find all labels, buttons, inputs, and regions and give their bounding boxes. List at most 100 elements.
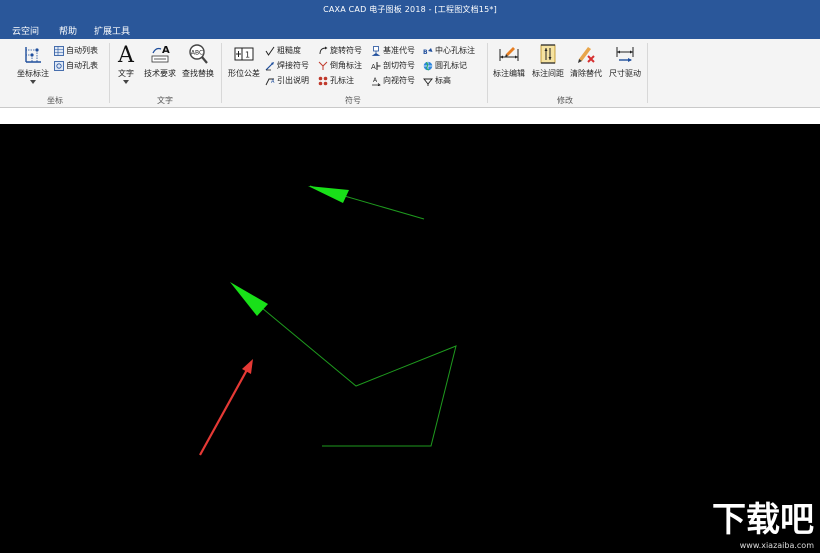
datum-icon	[371, 45, 381, 56]
svg-text:B: B	[423, 49, 428, 56]
arrowhead-upper[interactable]	[308, 186, 349, 203]
menu-extensions[interactable]: 扩展工具	[94, 24, 130, 37]
chevron-down-icon[interactable]	[30, 80, 36, 84]
hole-mark-label: 孔标注	[330, 76, 354, 85]
chamfer-icon	[318, 61, 328, 70]
weld-button[interactable]: 焊接符号	[265, 59, 309, 72]
hole-mark-button[interactable]: 孔标注	[318, 74, 354, 87]
center-hole-icon: B	[423, 47, 433, 56]
datum-label: 基准代号	[383, 46, 415, 55]
datum-button[interactable]: 基准代号	[371, 44, 415, 57]
weld-label: 焊接符号	[277, 61, 309, 70]
red-pointer-arrowhead	[242, 359, 253, 374]
watermark-url: www.xiazaiba.com	[740, 541, 814, 550]
rotate-symbol-label: 旋转符号	[330, 46, 362, 55]
center-hole-label: 中心孔标注	[435, 46, 475, 55]
clear-replace-label: 清除替代	[570, 69, 602, 78]
elevation-button[interactable]: 标高	[423, 74, 451, 87]
tech-requirement-label: 技术要求	[144, 69, 176, 78]
roughness-icon	[265, 46, 275, 56]
watermark-text: 下载吧	[712, 500, 814, 540]
watermark: 下载吧 www.xiazaiba.com	[686, 491, 816, 551]
section-icon: A	[371, 61, 381, 71]
tech-requirement-icon: A	[151, 45, 170, 63]
clear-replace-icon	[578, 47, 595, 63]
leader-button[interactable]: A 引出说明	[265, 74, 309, 87]
tolerance-icon: 1	[234, 47, 254, 61]
hole-table-icon	[54, 60, 64, 71]
text-label: 文字	[118, 69, 134, 78]
symbol-group-label: 符号	[345, 96, 361, 105]
text-button[interactable]: A 文字	[114, 43, 138, 91]
drawing-svg	[199, 185, 457, 456]
view-symbol-button[interactable]: A 向视符号	[371, 74, 415, 87]
text-a-icon: A	[117, 43, 135, 65]
chamfer-label: 倒角标注	[330, 61, 362, 70]
window-title: CAXA CAD 电子图板 2018 - [工程图文档15*]	[323, 5, 497, 14]
leader-label: 引出说明	[277, 76, 309, 85]
dim-edit-label: 标注编辑	[493, 69, 525, 78]
drawing-canvas[interactable]	[0, 124, 820, 553]
rotate-icon	[319, 46, 328, 54]
leader-icon: A	[265, 78, 275, 85]
dim-spacing-label: 标注间距	[532, 69, 564, 78]
dim-edit-button[interactable]: 标注编辑	[490, 43, 528, 91]
svg-text:ABC: ABC	[191, 50, 203, 57]
tolerance-button[interactable]: 1 形位公差	[224, 43, 264, 91]
magnifier-icon: ABC	[189, 44, 208, 64]
auto-list-button[interactable]: 自动列表	[54, 44, 98, 57]
dim-drive-label: 尺寸驱动	[609, 69, 641, 78]
coord-mark-label: 坐标标注	[17, 69, 49, 78]
weld-icon	[265, 61, 274, 70]
auto-hole-label: 自动孔表	[66, 61, 98, 70]
section-label: 剖切符号	[383, 61, 415, 70]
group-divider	[221, 43, 222, 103]
rotate-symbol-button[interactable]: 旋转符号	[318, 44, 362, 57]
hole-pattern-icon	[318, 76, 328, 85]
svg-text:A: A	[162, 45, 170, 56]
circle-hole-label: 圆孔标记	[435, 61, 467, 70]
svg-text:1: 1	[245, 51, 250, 60]
center-hole-button[interactable]: B 中心孔标注	[423, 44, 475, 57]
menu-cloud-space[interactable]: 云空间	[12, 24, 39, 37]
elevation-label: 标高	[435, 76, 451, 85]
leader-polyline-lower[interactable]	[261, 307, 457, 447]
group-divider	[487, 43, 488, 103]
circle-hole-button[interactable]: 圆孔标记	[423, 59, 467, 72]
menu-help[interactable]: 帮助	[59, 24, 77, 37]
roughness-label: 粗糙度	[277, 46, 301, 55]
find-replace-label: 查找替换	[182, 69, 214, 78]
menu-bar: 云空间 帮助 扩展工具	[0, 20, 820, 39]
dim-spacing-button[interactable]: 标注间距	[530, 43, 566, 91]
tolerance-label: 形位公差	[228, 69, 260, 78]
view-arrow-icon: A	[372, 77, 381, 86]
dim-drive-button[interactable]: 尺寸驱动	[606, 43, 644, 91]
svg-text:A: A	[271, 79, 275, 85]
arrowhead-lower[interactable]	[230, 282, 268, 316]
watermark-logo: 下载吧 www.xiazaiba.com	[712, 500, 814, 550]
auto-list-label: 自动列表	[66, 46, 98, 55]
auto-hole-button[interactable]: 自动孔表	[54, 59, 98, 72]
title-bar: CAXA CAD 电子图板 2018 - [工程图文档15*]	[0, 0, 820, 20]
coord-mark-button[interactable]: 坐标标注	[14, 43, 52, 91]
tech-requirement-button[interactable]: A 技术要求	[141, 43, 179, 91]
coord-group-label: 坐标	[47, 96, 63, 105]
dim-spacing-icon	[540, 44, 556, 64]
elevation-icon	[423, 78, 433, 86]
clear-replace-button[interactable]: 清除替代	[568, 43, 604, 91]
modify-group-label: 修改	[557, 96, 573, 105]
find-replace-button[interactable]: ABC 查找替换	[180, 43, 216, 91]
table-icon	[54, 45, 64, 56]
chevron-down-icon[interactable]	[123, 80, 129, 84]
ribbon: 坐标标注 自动列表 自动孔表 坐标 A 文字 A 技术要求 ABC 查找替换 文…	[0, 39, 820, 108]
ribbon-spacer	[0, 108, 820, 124]
roughness-button[interactable]: 粗糙度	[265, 44, 301, 57]
view-symbol-label: 向视符号	[383, 76, 415, 85]
group-divider	[109, 43, 110, 103]
chamfer-button[interactable]: 倒角标注	[318, 59, 362, 72]
svg-text:A: A	[373, 77, 378, 84]
globe-icon	[423, 61, 433, 71]
section-button[interactable]: A 剖切符号	[371, 59, 415, 72]
dim-edit-icon	[499, 47, 519, 61]
svg-text:A: A	[371, 63, 376, 71]
